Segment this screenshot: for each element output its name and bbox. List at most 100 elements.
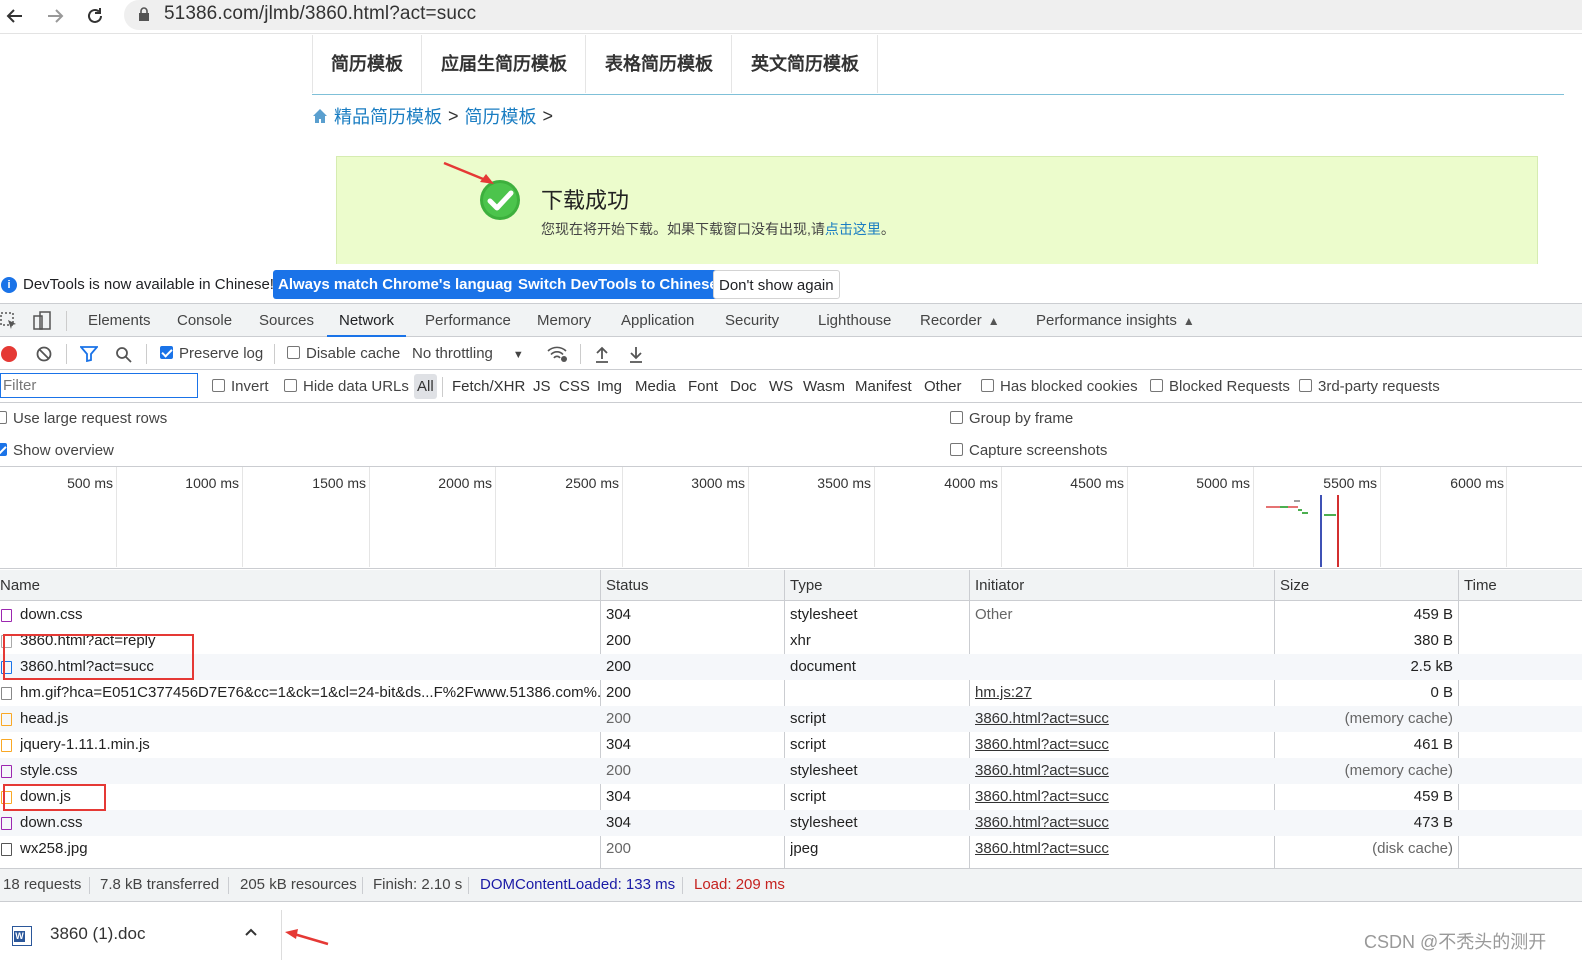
table-row[interactable]: 3860.html?act=reply 200 xhr 380 B: [0, 628, 1582, 654]
request-initiator-link[interactable]: hm.js:27: [975, 680, 1270, 706]
tab-performance-insights[interactable]: Performance insights ▲: [1036, 304, 1195, 337]
disable-cache-checkbox[interactable]: Disable cache: [287, 337, 400, 370]
request-initiator-link[interactable]: 3860.html?act=succ: [975, 732, 1270, 758]
request-name[interactable]: hm.gif?hca=E051C377456D7E76&cc=1&ck=1&cl…: [20, 680, 600, 706]
tab-lighthouse[interactable]: Lighthouse: [818, 304, 891, 337]
preserve-log-checkbox[interactable]: Preserve log: [160, 337, 263, 370]
checkbox[interactable]: [212, 379, 225, 392]
filter-js[interactable]: JS: [530, 374, 554, 399]
download-filename[interactable]: 3860 (1).doc: [50, 924, 145, 944]
has-blocked-cookies-checkbox[interactable]: Has blocked cookies: [981, 370, 1138, 403]
chevron-up-icon[interactable]: [244, 924, 258, 942]
request-name[interactable]: style.css: [20, 758, 600, 784]
filter-fetch-xhr[interactable]: Fetch/XHR: [449, 374, 528, 399]
column-type[interactable]: Type: [784, 570, 823, 601]
checkbox[interactable]: [950, 411, 963, 424]
throttling-select[interactable]: No throttling ▼: [412, 337, 524, 370]
table-row[interactable]: down.js 304 script 3860.html?act=succ 45…: [0, 784, 1582, 810]
nav-resume-templates[interactable]: 简历模板: [312, 35, 422, 93]
group-by-frame-checkbox[interactable]: Group by frame: [950, 402, 1073, 435]
hide-data-urls-checkbox[interactable]: Hide data URLs: [284, 370, 409, 403]
tab-security[interactable]: Security: [725, 304, 779, 337]
third-party-checkbox[interactable]: 3rd-party requests: [1299, 370, 1440, 403]
request-initiator-link[interactable]: 3860.html?act=succ: [975, 706, 1270, 732]
breadcrumb-item[interactable]: 精品简历模板: [334, 103, 442, 129]
tab-performance[interactable]: Performance: [425, 304, 511, 337]
filter-other[interactable]: Other: [921, 374, 965, 399]
table-row[interactable]: wx258.jpg 200 jpeg 3860.html?act=succ (d…: [0, 836, 1582, 862]
request-name[interactable]: down.js: [20, 784, 600, 810]
inspect-element-icon[interactable]: [0, 312, 18, 330]
filter-img[interactable]: Img: [594, 374, 625, 399]
filter-font[interactable]: Font: [685, 374, 721, 399]
filter-input[interactable]: Filter: [0, 373, 198, 398]
request-initiator-link[interactable]: 3860.html?act=succ: [975, 836, 1270, 862]
checkbox[interactable]: [284, 379, 297, 392]
checkbox[interactable]: [287, 346, 300, 359]
column-time[interactable]: Time: [1458, 570, 1497, 601]
checkbox-checked[interactable]: [160, 346, 173, 359]
request-name[interactable]: down.css: [20, 810, 600, 836]
checkbox[interactable]: [0, 411, 7, 424]
filter-manifest[interactable]: Manifest: [852, 374, 915, 399]
tab-network[interactable]: Network: [327, 304, 407, 337]
click-here-link[interactable]: 点击这里: [825, 221, 881, 237]
filter-media[interactable]: Media: [632, 374, 679, 399]
timeline-overview[interactable]: 500 ms 1000 ms 1500 ms 2000 ms 2500 ms 3…: [0, 467, 1582, 569]
show-overview-checkbox[interactable]: Show overview: [0, 434, 114, 467]
checkbox[interactable]: [1299, 379, 1312, 392]
filter-all[interactable]: All: [414, 374, 437, 399]
large-rows-checkbox[interactable]: Use large request rows: [0, 402, 167, 435]
request-name[interactable]: wx258.jpg: [20, 836, 600, 862]
column-size[interactable]: Size: [1274, 570, 1309, 601]
checkbox[interactable]: [981, 379, 994, 392]
reload-icon[interactable]: [82, 3, 108, 29]
address-bar[interactable]: 51386.com/jlmb/3860.html?act=succ: [124, 0, 1582, 30]
url-text[interactable]: 51386.com/jlmb/3860.html?act=succ: [164, 3, 476, 25]
switch-to-chinese-button[interactable]: Switch DevTools to Chinese: [513, 270, 723, 299]
request-name[interactable]: 3860.html?act=reply: [20, 628, 600, 654]
request-initiator-link[interactable]: 3860.html?act=succ: [975, 784, 1270, 810]
forward-arrow-icon[interactable]: [42, 3, 68, 29]
column-initiator[interactable]: Initiator: [969, 570, 1024, 601]
table-row[interactable]: hm.gif?hca=E051C377456D7E76&cc=1&ck=1&cl…: [0, 680, 1582, 706]
search-icon[interactable]: [115, 346, 132, 363]
table-row[interactable]: 3860.html?act=succ 200 document 2.5 kB: [0, 654, 1582, 680]
filter-doc[interactable]: Doc: [727, 374, 760, 399]
table-row[interactable]: jquery-1.11.1.min.js 304 script 3860.htm…: [0, 732, 1582, 758]
tab-elements[interactable]: Elements: [88, 304, 151, 337]
filter-icon[interactable]: [80, 346, 98, 362]
table-row[interactable]: down.css 304 stylesheet Other 459 B: [0, 602, 1582, 628]
checkbox[interactable]: [1150, 379, 1163, 392]
table-row[interactable]: head.js 200 script 3860.html?act=succ (m…: [0, 706, 1582, 732]
breadcrumb-item[interactable]: 简历模板: [465, 103, 537, 129]
checkbox[interactable]: [950, 443, 963, 456]
request-name[interactable]: head.js: [20, 706, 600, 732]
network-conditions-icon[interactable]: [547, 346, 569, 363]
clear-icon[interactable]: [36, 346, 52, 362]
filter-css[interactable]: CSS: [556, 374, 593, 399]
home-icon[interactable]: [312, 108, 328, 124]
request-name[interactable]: down.css: [20, 602, 600, 628]
checkbox-checked[interactable]: [0, 443, 7, 456]
table-row[interactable]: style.css 200 stylesheet 3860.html?act=s…: [0, 758, 1582, 784]
table-row[interactable]: down.css 304 stylesheet 3860.html?act=su…: [0, 810, 1582, 836]
nav-graduate-templates[interactable]: 应届生简历模板: [422, 35, 586, 93]
tab-console[interactable]: Console: [177, 304, 232, 337]
tab-recorder[interactable]: Recorder ▲: [920, 304, 1000, 337]
export-har-icon[interactable]: [628, 345, 644, 363]
dont-show-again-button[interactable]: Don't show again: [713, 270, 840, 299]
back-arrow-icon[interactable]: [2, 3, 28, 29]
record-icon[interactable]: [1, 346, 17, 362]
tab-memory[interactable]: Memory: [537, 304, 591, 337]
blocked-requests-checkbox[interactable]: Blocked Requests: [1150, 370, 1290, 403]
import-har-icon[interactable]: [594, 345, 610, 363]
nav-english-templates[interactable]: 英文简历模板: [732, 35, 878, 93]
request-initiator-link[interactable]: 3860.html?act=succ: [975, 810, 1270, 836]
column-status[interactable]: Status: [600, 570, 649, 601]
tab-application[interactable]: Application: [621, 304, 694, 337]
invert-checkbox[interactable]: Invert: [212, 370, 269, 403]
request-name[interactable]: 3860.html?act=succ: [20, 654, 600, 680]
device-toolbar-icon[interactable]: [32, 311, 52, 331]
request-initiator-link[interactable]: 3860.html?act=succ: [975, 758, 1270, 784]
